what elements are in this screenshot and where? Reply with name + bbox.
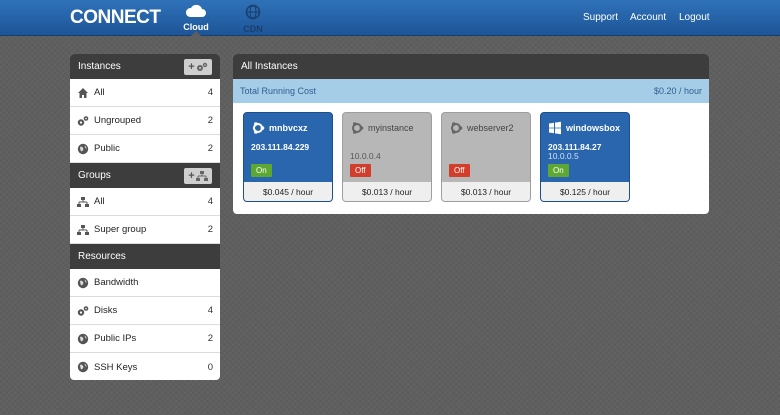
sidebar: Instances + All 4 Ungrouped 2 Public 2 G… (70, 54, 220, 380)
tab-cloud[interactable]: Cloud (176, 4, 216, 34)
sidebar-item-label: Public IPs (94, 333, 137, 344)
add-instance-button[interactable]: + (184, 58, 212, 75)
sidebar-item-public-ips[interactable]: Public IPs 2 (70, 325, 220, 353)
item-count: 0 (207, 361, 213, 373)
instance-public-ip: 203.111.84.229 (251, 142, 310, 152)
globe-icon (77, 361, 89, 373)
ubuntu-icon (251, 121, 265, 135)
instance-cards: mnbvcxz 203.111.84.229 On $0.045 / hour … (233, 103, 709, 214)
sidebar-item-label: SSH Keys (94, 361, 138, 373)
hierarchy-icon (77, 224, 89, 236)
sidebar-item-label: Super group (94, 224, 147, 235)
groups-title: Groups (78, 170, 111, 181)
instance-title: mnbvcxz (251, 121, 308, 135)
instance-name: webserver2 (467, 123, 514, 133)
status-badge[interactable]: Off (350, 164, 371, 177)
instance-price: $0.013 / hour (343, 182, 431, 201)
plus-icon: + (188, 169, 195, 182)
cloud-icon (185, 4, 206, 17)
instance-price: $0.125 / hour (541, 182, 629, 201)
instance-card-windowsbox[interactable]: windowsbox 203.111.84.27 10.0.0.5 On $0.… (540, 112, 630, 202)
globe-icon (77, 143, 89, 155)
top-bar: CONNECT Cloud CDN Support Account Logout (0, 0, 780, 37)
tab-cdn[interactable]: CDN (233, 4, 273, 34)
item-count: 4 (207, 305, 213, 316)
instance-price: $0.045 / hour (244, 182, 332, 201)
sidebar-item-ssh-keys[interactable]: SSH Keys 0 (70, 353, 220, 380)
globe-icon (77, 333, 89, 345)
globe-icon (245, 4, 261, 20)
status-badge[interactable]: On (548, 164, 569, 177)
plus-icon: + (188, 60, 195, 73)
sidebar-item-disks[interactable]: Disks 4 (70, 297, 220, 325)
instance-name: mnbvcxz (269, 123, 308, 133)
running-cost-bar: Total Running Cost $0.20 / hour (233, 79, 709, 103)
instance-card-myinstance[interactable]: myinstance 10.0.0.4 Off $0.013 / hour (342, 112, 432, 202)
panel-title: All Instances (241, 61, 298, 72)
item-count: 2 (207, 224, 213, 235)
active-tab-pointer (190, 31, 202, 37)
instance-private-ip: 10.0.0.5 (548, 151, 579, 161)
item-count: 4 (207, 87, 213, 98)
instance-name: myinstance (368, 123, 414, 133)
ubuntu-icon (350, 121, 364, 135)
gears-icon (77, 305, 89, 317)
sidebar-item-label: All (94, 196, 105, 207)
panel-header: All Instances (233, 54, 709, 79)
logout-link[interactable]: Logout (679, 12, 710, 23)
instance-title: webserver2 (449, 121, 514, 135)
sidebar-item-label: Disks (94, 305, 118, 316)
sidebar-item-groups-all[interactable]: All 4 (70, 188, 220, 216)
cost-value: $0.20 / hour (653, 86, 702, 96)
account-link[interactable]: Account (630, 12, 666, 23)
sidebar-item-bandwidth[interactable]: Bandwidth (70, 269, 220, 297)
instances-title: Instances (78, 61, 121, 72)
home-icon (77, 87, 89, 99)
sidebar-item-instances-all[interactable]: All 4 (70, 79, 220, 107)
sidebar-item-label: Public (94, 143, 120, 154)
hierarchy-icon (77, 196, 89, 208)
sidebar-item-label: Ungrouped (94, 115, 142, 126)
gears-icon (196, 62, 207, 71)
instance-title: myinstance (350, 121, 414, 135)
instance-title: windowsbox (548, 121, 620, 135)
instance-price: $0.013 / hour (442, 182, 530, 201)
sidebar-item-ungrouped[interactable]: Ungrouped 2 (70, 107, 220, 135)
item-count: 2 (207, 143, 213, 154)
status-badge[interactable]: Off (449, 164, 470, 177)
item-count: 2 (207, 115, 213, 126)
logo[interactable]: CONNECT (70, 7, 161, 29)
instances-panel: All Instances Total Running Cost $0.20 /… (233, 54, 709, 214)
item-count: 4 (207, 196, 213, 207)
gears-icon (77, 115, 89, 127)
instance-card-webserver2[interactable]: webserver2 Off $0.013 / hour (441, 112, 531, 202)
sidebar-item-label: All (94, 87, 105, 98)
item-count: 2 (207, 333, 213, 344)
instance-private-ip: 10.0.0.4 (350, 151, 381, 161)
support-link[interactable]: Support (583, 12, 618, 23)
tab-cdn-label: CDN (243, 24, 263, 34)
sidebar-item-super-group[interactable]: Super group 2 (70, 216, 220, 244)
cost-label: Total Running Cost (240, 86, 317, 96)
resources-header: Resources (70, 244, 220, 269)
add-group-button[interactable]: + (184, 167, 212, 184)
sidebar-item-label: Bandwidth (94, 277, 139, 288)
sidebar-item-public[interactable]: Public 2 (70, 135, 220, 163)
instance-card-mnbvcxz[interactable]: mnbvcxz 203.111.84.229 On $0.045 / hour (243, 112, 333, 202)
ubuntu-icon (449, 121, 463, 135)
windows-icon (548, 121, 562, 135)
hierarchy-icon (195, 170, 208, 181)
resources-title: Resources (78, 251, 126, 262)
instances-header: Instances + (70, 54, 220, 79)
globe-icon (77, 277, 89, 289)
instance-name: windowsbox (566, 123, 620, 133)
groups-header: Groups + (70, 163, 220, 188)
status-badge[interactable]: On (251, 164, 272, 177)
